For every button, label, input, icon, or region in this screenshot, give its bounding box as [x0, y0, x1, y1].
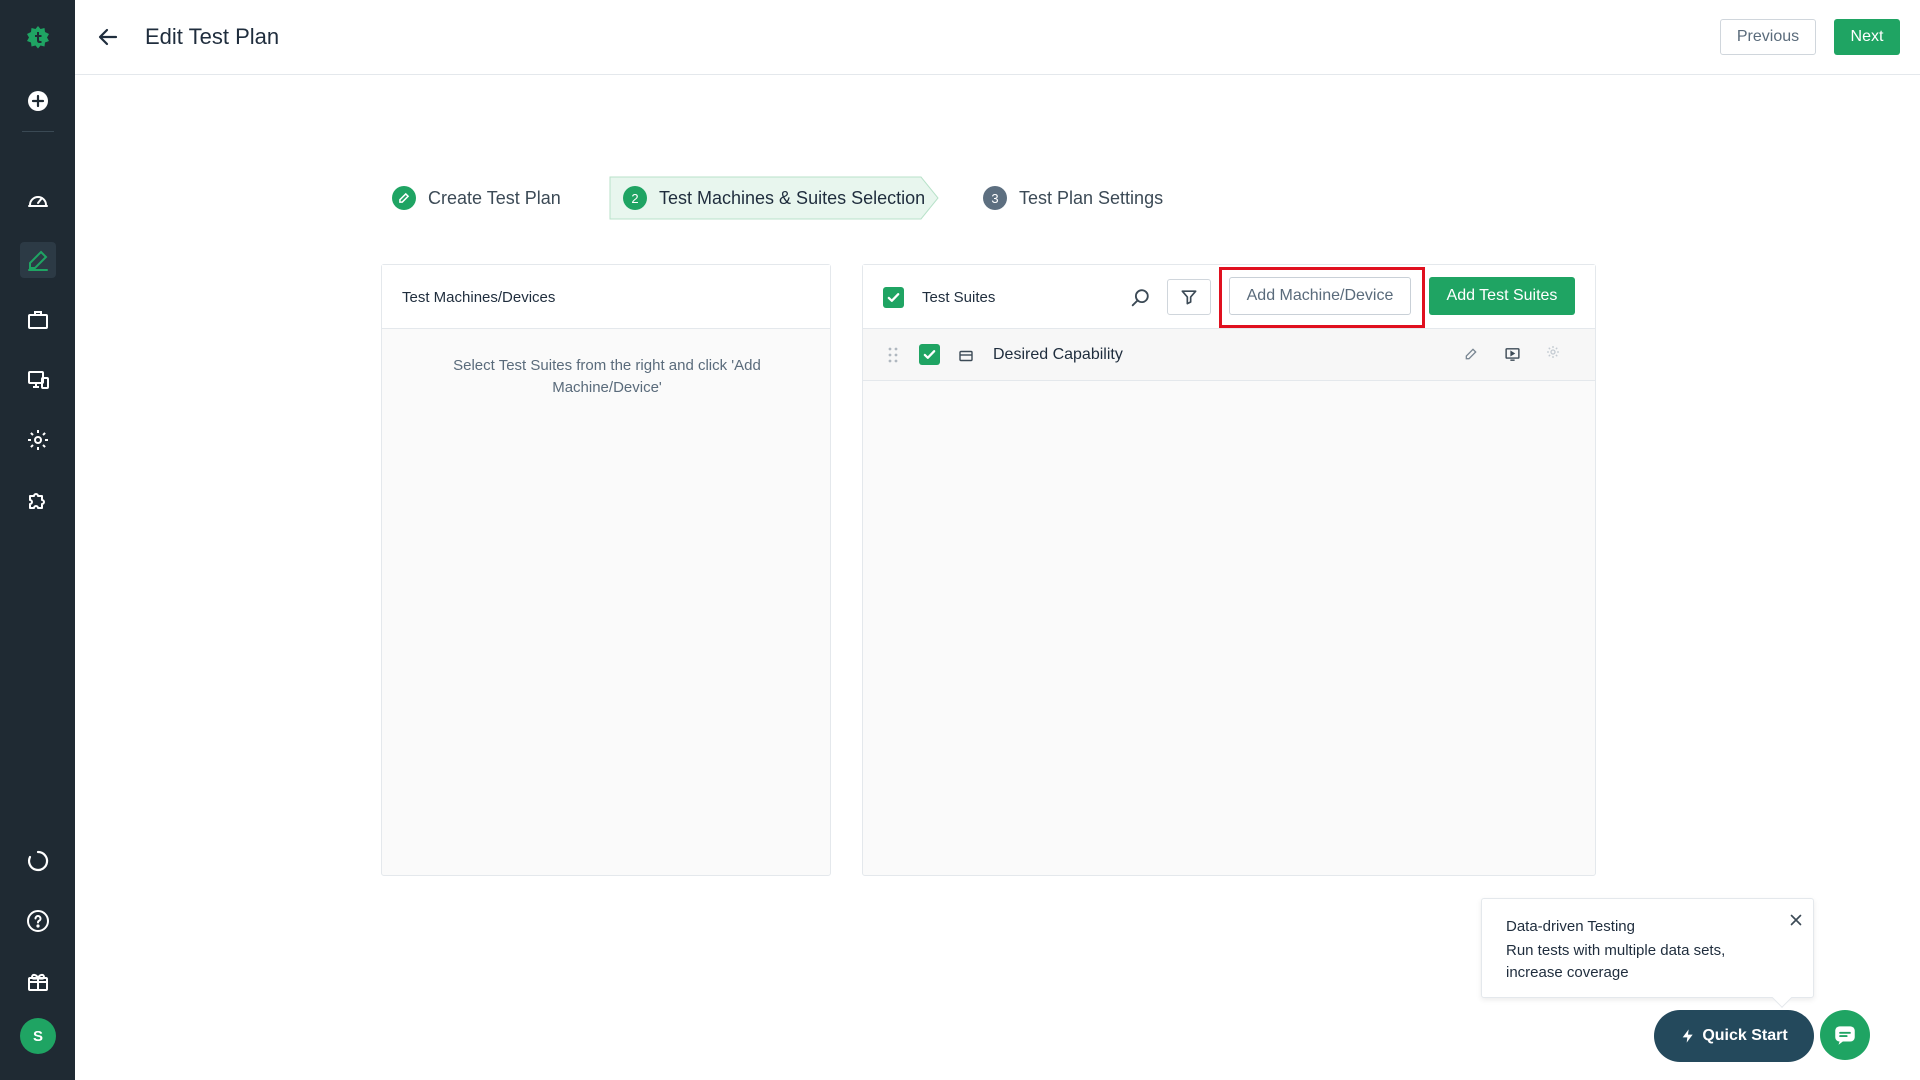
filter-button[interactable] — [1167, 279, 1211, 315]
step-test-machines-suites[interactable]: 2 Test Machines & Suites Selection — [609, 176, 937, 220]
sidebar-divider — [22, 131, 54, 132]
puzzle-icon[interactable] — [20, 482, 56, 518]
gift-icon[interactable] — [20, 963, 56, 999]
popover-title: Data-driven Testing — [1506, 918, 1635, 935]
suite-name[interactable]: Desired Capability — [993, 346, 1123, 364]
close-icon[interactable] — [1785, 909, 1807, 931]
suite-row[interactable]: Desired Capability — [863, 329, 1595, 381]
panel-header: Test Suites Add Machine/Device Add Test … — [863, 265, 1595, 329]
lightning-icon — [1682, 1029, 1693, 1043]
briefcase-icon[interactable] — [20, 302, 56, 338]
step-test-plan-settings[interactable]: 3 Test Plan Settings — [983, 176, 1163, 220]
testsigma-logo-icon[interactable] — [20, 19, 56, 55]
panel-title: Test Suites — [922, 289, 996, 306]
step-number-badge: 3 — [983, 186, 1007, 210]
add-machine-device-button[interactable]: Add Machine/Device — [1229, 277, 1411, 315]
empty-state-message: Select Test Suites from the right and cl… — [453, 357, 761, 396]
gear-icon[interactable] — [20, 422, 56, 458]
drag-handle-icon[interactable] — [887, 345, 899, 365]
add-test-suites-button[interactable]: Add Test Suites — [1429, 277, 1575, 315]
back-arrow-icon[interactable] — [93, 22, 123, 52]
step-label: Create Test Plan — [428, 187, 561, 208]
popover-body: Run tests with multiple data sets, incre… — [1506, 942, 1726, 981]
edit-icon[interactable] — [20, 242, 56, 278]
panel-title: Test Machines/Devices — [402, 289, 556, 306]
suite-checkbox[interactable] — [919, 344, 940, 365]
settings-gear-icon[interactable] — [1544, 343, 1562, 361]
step-done-pencil-icon — [392, 186, 416, 210]
filter-icon — [1181, 290, 1197, 305]
previous-button[interactable]: Previous — [1720, 19, 1816, 55]
chat-icon[interactable] — [1820, 1010, 1870, 1060]
run-screen-icon[interactable] — [1503, 345, 1521, 363]
next-button[interactable]: Next — [1834, 19, 1900, 55]
quick-start-label: Quick Start — [1702, 1027, 1788, 1044]
page-header: Edit Test Plan Previous Next — [75, 0, 1920, 75]
add-icon[interactable] — [20, 83, 56, 119]
edit-pencil-icon[interactable] — [1462, 345, 1480, 363]
page-title: Edit Test Plan — [145, 24, 280, 49]
sidebar: S — [0, 0, 75, 1080]
step-create-test-plan[interactable]: Create Test Plan — [392, 176, 561, 220]
search-icon[interactable] — [1126, 284, 1154, 312]
panel-header: Test Machines/Devices — [382, 265, 830, 329]
select-all-checkbox[interactable] — [883, 287, 904, 308]
step-label: Test Plan Settings — [1019, 187, 1164, 208]
suite-icon — [959, 350, 973, 362]
step-label: Test Machines & Suites Selection — [659, 187, 926, 208]
help-icon[interactable] — [20, 903, 56, 939]
step-number-badge: 2 — [623, 186, 647, 210]
monitor-icon[interactable] — [20, 362, 56, 398]
test-machines-panel: Test Machines/Devices Select Test Suites… — [381, 264, 831, 876]
data-driven-testing-popover: Data-driven Testing Run tests with multi… — [1481, 898, 1814, 998]
quick-start-button[interactable]: Quick Start — [1654, 1010, 1814, 1062]
avatar[interactable]: S — [20, 1018, 56, 1054]
dashboard-icon[interactable] — [20, 182, 56, 218]
test-suites-panel: Test Suites Add Machine/Device Add Test … — [862, 264, 1596, 876]
refresh-icon[interactable] — [20, 843, 56, 879]
